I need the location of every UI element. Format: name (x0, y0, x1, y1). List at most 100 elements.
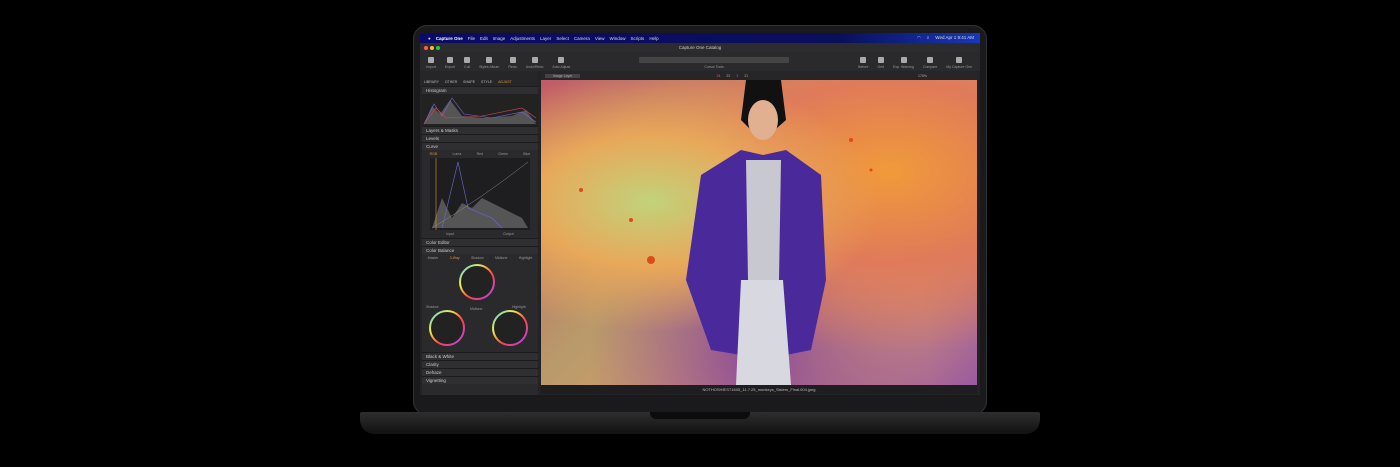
window-title: Capture One Catalog (678, 45, 722, 50)
import-button[interactable]: Import (426, 57, 436, 69)
close-button[interactable] (424, 46, 428, 50)
menu-app[interactable]: Capture One (436, 36, 463, 41)
curve-input[interactable]: Input (446, 230, 454, 238)
redo-icon (509, 57, 516, 63)
color-balance-header[interactable]: Color Balance (422, 246, 538, 254)
color-wheels[interactable]: Shadow Midtone Highlight (422, 262, 538, 352)
export-button[interactable]: Export (445, 57, 455, 69)
tab-other[interactable]: OTHER (445, 80, 457, 84)
layer-select[interactable]: Image Layer (545, 73, 581, 78)
highlight-wheel (492, 310, 528, 346)
menu-file[interactable]: File (468, 36, 475, 41)
levels-header[interactable]: Levels (422, 134, 538, 142)
menu-view[interactable]: View (595, 36, 605, 41)
menu-edit[interactable]: Edit (480, 36, 488, 41)
viewer-toolbar: Image Layer 24 22 3 21 176% (541, 71, 977, 80)
curve-tab-rgb[interactable]: RGB (430, 150, 438, 158)
clarity-header[interactable]: Clarity (422, 360, 538, 368)
wand-icon (558, 57, 565, 63)
menu-image[interactable]: Image (493, 36, 506, 41)
tool-tabs: LIBRARY OTHER SHAPE STYLE ADJUST (420, 71, 538, 86)
tab-library[interactable]: LIBRARY (424, 80, 439, 84)
menu-layer[interactable]: Layer (540, 36, 551, 41)
my-capture-one-button[interactable]: My Capture One (946, 57, 972, 69)
clock[interactable]: Wed Apr 1 9:41 AM (935, 35, 974, 41)
layers-masks-header[interactable]: Layers & Masks (422, 126, 538, 134)
tab-shape[interactable]: SHAPE (463, 80, 475, 84)
zoom-button[interactable] (436, 46, 440, 50)
label-shadow: Shadow (426, 305, 439, 309)
menu-adjustments[interactable]: Adjustments (510, 36, 535, 41)
curve-tab-green[interactable]: Green (498, 150, 508, 158)
minimize-button[interactable] (430, 46, 434, 50)
menu-camera[interactable]: Camera (574, 36, 590, 41)
import-icon (427, 57, 434, 63)
count-4: 21 (744, 73, 749, 78)
grid-button[interactable]: Grid (877, 57, 884, 69)
cull-button[interactable]: Cull (464, 57, 470, 69)
menu-select[interactable]: Select (556, 36, 569, 41)
curve-graph[interactable] (422, 158, 538, 230)
count-2: 22 (726, 73, 731, 78)
bw-header[interactable]: Black & White (422, 352, 538, 360)
export-icon (446, 57, 453, 63)
count-red: 24 (716, 73, 721, 78)
title-bar: Capture One Catalog (420, 43, 980, 52)
shadow-wheel (429, 310, 465, 346)
before-icon (860, 57, 867, 63)
undo-redo-button[interactable]: Undo/Redo (526, 57, 543, 69)
filename: NOTHOSHIEST1605_11.7.25_monkeys_Sisters_… (702, 387, 816, 392)
silver-pants (736, 280, 791, 385)
curve-header[interactable]: Curve (422, 142, 538, 150)
auto-adjust-button[interactable]: Auto Adjust (552, 57, 570, 69)
face (748, 100, 778, 140)
tool-panel: Histogram Layers & Masks Levels Curve RG… (422, 86, 538, 395)
curve-tab-blue[interactable]: Blue (523, 150, 530, 158)
undo-icon (531, 57, 538, 63)
dehaze-header[interactable]: Dehaze (422, 368, 538, 376)
count-3: 3 (736, 73, 739, 78)
menu-bar: ● Capture One File Edit Image Adjustment… (420, 33, 980, 43)
cursor-tools[interactable]: Cursor Tools (639, 57, 790, 69)
tab-adjust[interactable]: ADJUST (498, 80, 512, 84)
cb-tab-master[interactable]: Master (428, 254, 439, 262)
tab-style[interactable]: STYLE (481, 80, 492, 84)
laptop-notch (650, 412, 750, 419)
vignetting-header[interactable]: Vignetting (422, 376, 538, 384)
curve-output[interactable]: Output (503, 230, 514, 238)
before-button[interactable]: Before (858, 57, 868, 69)
silver-shirt (746, 160, 781, 280)
toolbar: Import Export Cull Styles Album Redo Und… (420, 52, 980, 71)
cull-icon (464, 57, 471, 63)
photo (579, 80, 873, 385)
label-midtone: Midtone (470, 307, 483, 311)
redo-button[interactable]: Redo (508, 57, 517, 69)
zoom-level[interactable]: 176% (918, 74, 977, 78)
master-wheel (459, 264, 495, 300)
cb-tab-3way[interactable]: 3-Way (450, 254, 460, 262)
exposure-warning-button[interactable]: Exp. Warning (893, 57, 914, 69)
filename-bar: NOTHOSHIEST1605_11.7.25_monkeys_Sisters_… (541, 385, 977, 394)
apple-icon[interactable]: ● (428, 36, 431, 41)
menu-window[interactable]: Window (610, 36, 626, 41)
styles-button[interactable]: Styles Album (479, 57, 499, 69)
styles-icon (486, 57, 493, 63)
curve-tab-red[interactable]: Red (477, 150, 483, 158)
cb-tab-highlight[interactable]: Highlight (519, 254, 533, 262)
curve-tab-luma[interactable]: Luma (453, 150, 462, 158)
cb-tab-shadow[interactable]: Shadow (471, 254, 484, 262)
compare-button[interactable]: Compare (923, 57, 937, 69)
image-viewer[interactable] (541, 80, 977, 385)
cb-tab-midtone[interactable]: Midtone (495, 254, 507, 262)
histogram-header[interactable]: Histogram (422, 86, 538, 94)
grid-icon (877, 57, 884, 63)
warning-icon (900, 57, 907, 63)
color-editor-header[interactable]: Color Editor (422, 238, 538, 246)
screen: ● Capture One File Edit Image Adjustment… (420, 33, 980, 395)
wifi-icon[interactable]: ◠ (917, 35, 921, 41)
user-icon (956, 57, 963, 63)
label-highlight: Highlight (512, 305, 526, 309)
menu-help[interactable]: Help (649, 36, 658, 41)
search-icon[interactable]: ⌕ (927, 35, 930, 41)
menu-scripts[interactable]: Scripts (631, 36, 645, 41)
